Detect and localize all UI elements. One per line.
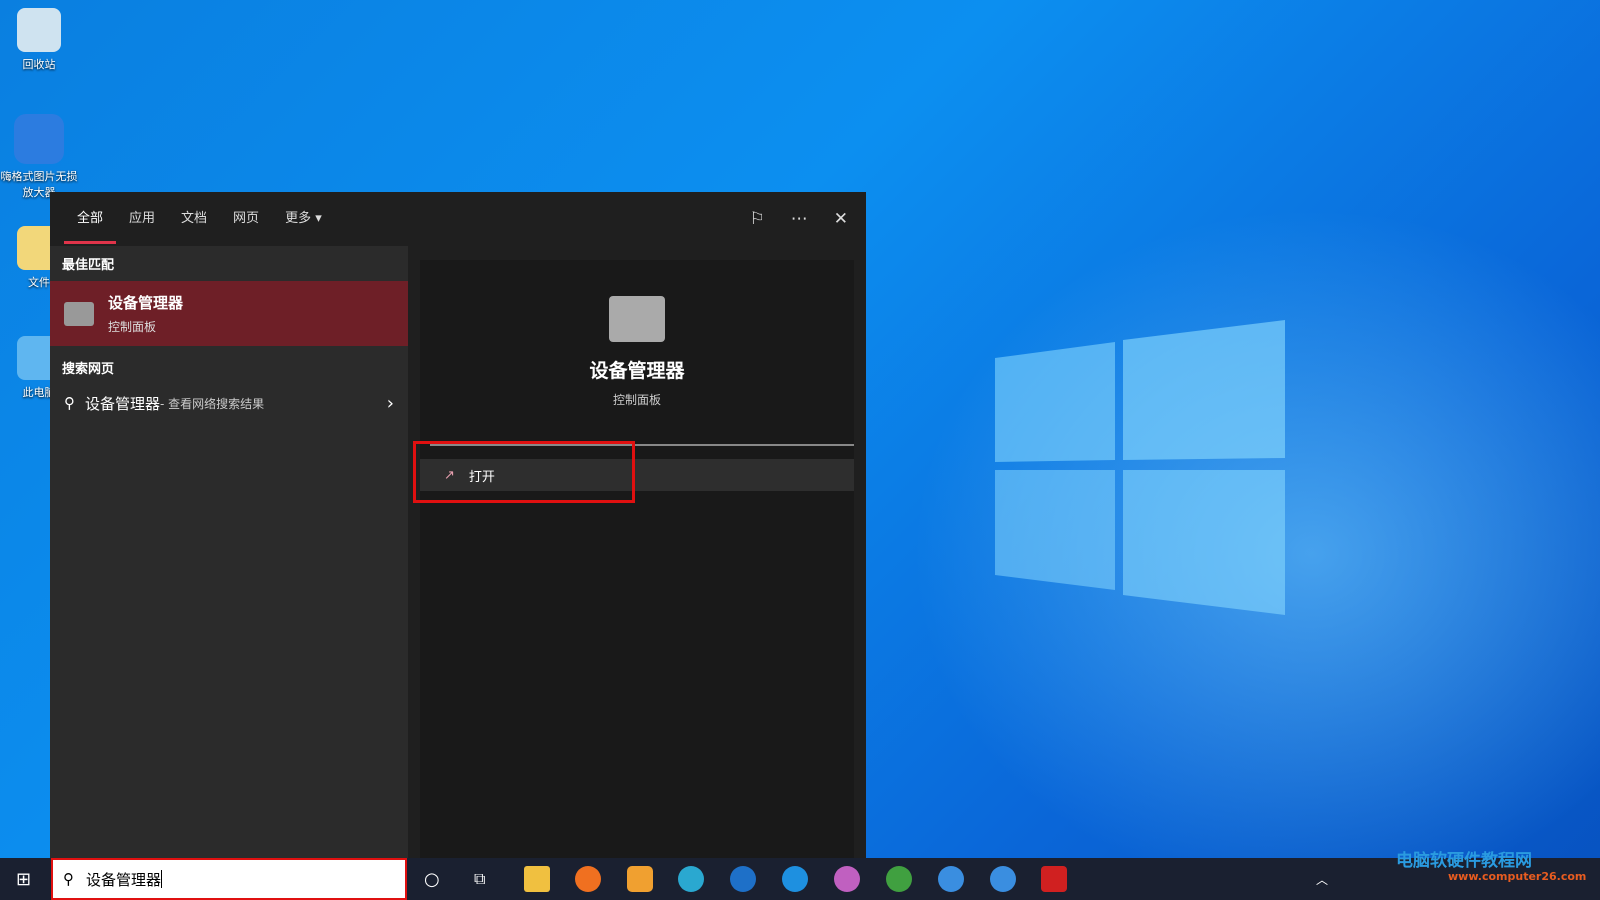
- feedback-icon[interactable]: ⚐: [750, 209, 765, 229]
- text-cursor: [161, 870, 163, 888]
- chevron-down-icon: ▾: [315, 211, 322, 226]
- tab-all[interactable]: 全部: [64, 192, 117, 246]
- device-manager-icon: [64, 301, 94, 326]
- cortana-icon[interactable]: ○: [424, 869, 440, 890]
- detail-title: 设备管理器: [589, 360, 685, 382]
- highlight-box: [413, 441, 635, 503]
- firefox-icon[interactable]: [575, 866, 601, 892]
- desktop-icon-image-upscaler[interactable]: 嗨格式图片无损放大器: [0, 114, 78, 200]
- file-explorer-icon[interactable]: [524, 866, 550, 892]
- device-manager-large-icon: [609, 296, 665, 342]
- detail-pane: 设备管理器 控制面板 ↗ 打开: [420, 260, 854, 858]
- windows-wallpaper-logo: [995, 320, 1285, 615]
- tab-apps[interactable]: 应用: [116, 192, 168, 246]
- recycle-bin-icon: [17, 8, 61, 52]
- tab-more[interactable]: 更多 ▾: [272, 192, 335, 246]
- wps-icon[interactable]: [1041, 866, 1067, 892]
- tab-web[interactable]: 网页: [220, 192, 272, 246]
- search-icon: ⚲: [63, 870, 74, 888]
- app-color-icon[interactable]: [834, 866, 860, 892]
- best-match-item[interactable]: 设备管理器 控制面板: [50, 281, 408, 346]
- start-windows-icon[interactable]: ⊞: [16, 869, 31, 890]
- app-icon[interactable]: [627, 866, 653, 892]
- search-panel: 全部 应用 文档 网页 更多 ▾ ⚐ ⋯ ✕ 最佳匹配 设备管理器 控制面板 搜索…: [50, 192, 866, 858]
- web-heading: 搜索网页: [62, 362, 115, 377]
- search-icon: ⚲: [64, 394, 75, 412]
- chrome-icon[interactable]: [886, 866, 912, 892]
- edge-icon[interactable]: [678, 866, 704, 892]
- tab-documents[interactable]: 文档: [168, 192, 220, 246]
- ie-icon[interactable]: [782, 866, 808, 892]
- browser-icon[interactable]: [730, 866, 756, 892]
- feishu-icon[interactable]: [938, 866, 964, 892]
- close-icon[interactable]: ✕: [834, 209, 848, 229]
- task-view-icon[interactable]: ⧉: [474, 869, 485, 889]
- detail-subtitle: 控制面板: [612, 393, 661, 407]
- feishu-2-icon[interactable]: [990, 866, 1016, 892]
- chevron-right-icon[interactable]: ›: [387, 393, 394, 414]
- web-search-result[interactable]: ⚲ 设备管理器 - 查看网络搜索结果 ›: [50, 385, 408, 421]
- best-match-heading: 最佳匹配: [62, 258, 115, 273]
- desktop-icon-recycle-bin[interactable]: 回收站: [0, 8, 78, 72]
- search-tabs: 全部 应用 文档 网页 更多 ▾ ⚐ ⋯ ✕: [50, 192, 866, 246]
- watermark-url: www.computer26.com: [1448, 870, 1587, 883]
- tray-chevron-icon[interactable]: ︿: [1316, 871, 1328, 888]
- watermark-title: 电脑软硬件教程网: [1396, 851, 1532, 871]
- more-options-icon[interactable]: ⋯: [791, 209, 808, 229]
- results-list: 最佳匹配 设备管理器 控制面板 搜索网页 ⚲ 设备管理器 - 查看网络搜索结果 ›: [50, 246, 408, 858]
- taskbar-search-input[interactable]: ⚲ 设备管理器: [51, 858, 407, 900]
- owl-app-icon: [14, 114, 64, 164]
